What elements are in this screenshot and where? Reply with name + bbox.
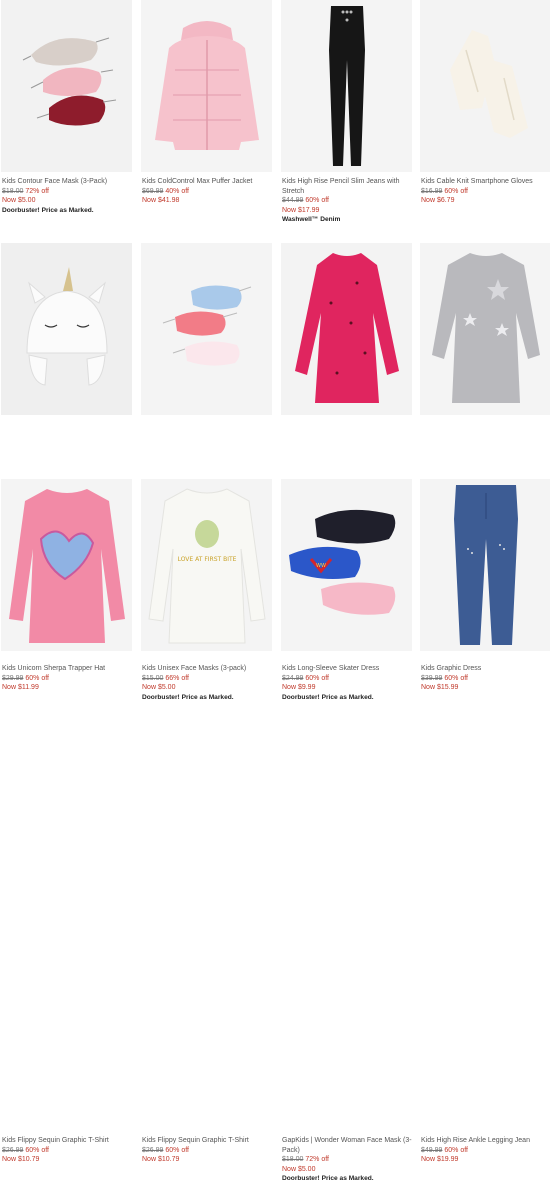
sale-price: Now $17.99 xyxy=(282,206,320,214)
discount-percent: 66% off xyxy=(165,674,189,682)
promo-label: Doorbuster! Price as Marked. xyxy=(282,1175,374,1182)
original-price: $39.99 xyxy=(421,674,443,682)
product-name[interactable]: Kids Graphic Dress xyxy=(421,664,550,674)
discount-percent: 60% off xyxy=(444,187,468,195)
original-price: $15.00 xyxy=(142,674,164,682)
product-image[interactable] xyxy=(281,243,412,415)
original-price: $26.99 xyxy=(142,1146,164,1154)
discount-percent: 40% off xyxy=(165,187,189,195)
product-name[interactable]: Kids Unisex Face Masks (3-pack) xyxy=(142,664,272,674)
sale-price: Now $5.00 xyxy=(2,197,36,204)
original-price: $44.99 xyxy=(282,197,304,204)
sale-price: Now $11.99 xyxy=(2,684,39,691)
tee-print-text: LOVE AT FIRST BITE xyxy=(178,556,237,563)
sale-price: Now $15.99 xyxy=(421,684,459,691)
original-price: $29.99 xyxy=(2,674,24,682)
product-name[interactable]: Kids High Rise Pencil Slim Jeans with St… xyxy=(282,177,412,196)
product-name[interactable]: Kids ColdControl Max Puffer Jacket xyxy=(142,177,272,187)
promo-label: Washwell™ Denim xyxy=(282,216,341,223)
product-name[interactable]: Kids Contour Face Mask (3-Pack) xyxy=(2,177,132,187)
mask-logo: WW xyxy=(316,563,326,569)
original-price: $49.99 xyxy=(421,1146,443,1154)
original-price: $18.00 xyxy=(282,1156,304,1163)
discount-percent: 60% off xyxy=(444,674,468,682)
discount-percent: 60% off xyxy=(25,1146,49,1154)
product-name[interactable]: Kids Flippy Sequin Graphic T-Shirt xyxy=(2,1136,132,1146)
product-image[interactable] xyxy=(1,0,132,172)
product-name[interactable]: Kids Long-Sleeve Skater Dress xyxy=(282,664,412,674)
discount-percent: 60% off xyxy=(305,674,329,682)
discount-percent: 72% off xyxy=(25,187,49,195)
original-price: $24.99 xyxy=(282,674,304,682)
product-image[interactable] xyxy=(420,0,550,172)
product-name[interactable]: Kids High Rise Ankle Legging Jean xyxy=(421,1136,550,1146)
promo-label: Doorbuster! Price as Marked. xyxy=(2,206,94,214)
discount-percent: 60% off xyxy=(444,1146,468,1154)
sale-price: Now $10.79 xyxy=(2,1156,40,1163)
discount-percent: 72% off xyxy=(305,1156,329,1163)
promo-label: Doorbuster! Price as Marked. xyxy=(142,693,234,701)
sale-price: Now $41.98 xyxy=(142,197,180,204)
product-image[interactable]: LOVE AT FIRST BITE xyxy=(141,479,272,651)
sale-price: Now $9.99 xyxy=(282,684,316,691)
original-price: $69.99 xyxy=(142,187,164,195)
product-image[interactable] xyxy=(281,0,412,172)
product-image[interactable] xyxy=(141,0,272,172)
product-name[interactable]: GapKids | Wonder Woman Face Mask (3-Pack… xyxy=(282,1136,412,1155)
product-name[interactable]: Kids Unicorn Sherpa Trapper Hat xyxy=(2,664,132,674)
product-image[interactable] xyxy=(420,243,550,415)
product-image[interactable] xyxy=(1,479,132,651)
sale-price: Now $19.99 xyxy=(421,1156,459,1163)
sale-price: Now $6.79 xyxy=(421,197,455,204)
product-image[interactable] xyxy=(141,243,272,415)
discount-percent: 60% off xyxy=(25,674,49,682)
promo-label: Doorbuster! Price as Marked. xyxy=(282,693,374,701)
sale-price: Now $10.79 xyxy=(142,1156,180,1163)
product-name[interactable]: Kids Flippy Sequin Graphic T-Shirt xyxy=(142,1136,272,1146)
product-name[interactable]: Kids Cable Knit Smartphone Gloves xyxy=(421,177,550,187)
product-image[interactable] xyxy=(1,243,132,415)
discount-percent: 60% off xyxy=(165,1146,189,1154)
product-image[interactable]: WW xyxy=(281,479,412,651)
sale-price: Now $5.00 xyxy=(282,1165,316,1173)
product-image[interactable] xyxy=(420,479,550,651)
sale-price: Now $5.00 xyxy=(142,684,176,691)
discount-percent: 60% off xyxy=(305,197,329,204)
original-price: $18.00 xyxy=(2,187,24,195)
original-price: $16.99 xyxy=(421,187,443,195)
original-price: $26.99 xyxy=(2,1146,24,1154)
